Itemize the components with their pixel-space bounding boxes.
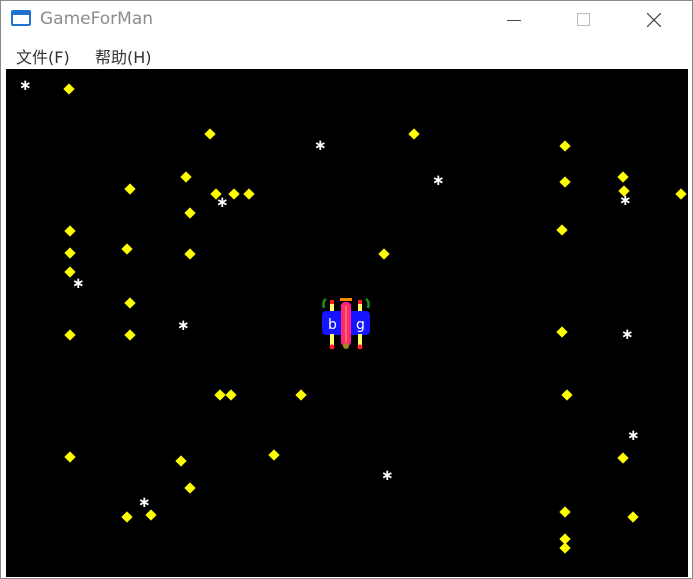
collectible-item [64,451,76,463]
collectible-item [559,542,571,554]
star-sprite: ∗ [432,171,445,189]
title-bar[interactable]: GameForMan [1,1,692,39]
window-title: GameForMan [40,9,154,29]
menu-file[interactable]: 文件(F) [16,44,70,68]
collectible-item [617,171,629,183]
collectible-item [561,389,573,401]
collectible-item [64,247,76,259]
collectible-item [559,140,571,152]
collectible-item [121,243,133,255]
collectible-item [617,452,629,464]
star-sprite: ∗ [72,274,85,292]
collectible-item [295,389,307,401]
collectible-item [180,171,192,183]
star-sprite: ∗ [216,193,229,211]
collectible-item [204,128,216,140]
collectible-item [243,188,255,200]
collectible-item [559,176,571,188]
collectible-item [64,329,76,341]
star-sprite: ∗ [138,493,151,511]
collectible-item [225,389,237,401]
star-sprite: ∗ [619,191,632,209]
close-icon [647,13,661,27]
player-vehicle: b g [322,298,370,350]
collectible-item [124,183,136,195]
svg-text:b: b [328,317,337,333]
collectible-item [124,329,136,341]
star-sprite: ∗ [19,76,32,94]
menu-help[interactable]: 帮助(H) [95,44,152,68]
star-sprite: ∗ [177,316,190,334]
collectible-item [214,389,226,401]
collectible-item [556,224,568,236]
collectible-item [184,248,196,260]
collectible-item [64,225,76,237]
collectible-item [63,83,75,95]
collectible-item [627,511,639,523]
window-icon [11,10,31,26]
game-canvas[interactable]: b g ∗ ∗ ∗ ∗ ∗ ∗ ∗ ∗ ∗ ∗ ∗ [6,69,688,577]
close-button[interactable] [631,1,677,39]
collectible-item [378,248,390,260]
svg-text:g: g [356,317,365,333]
app-window: GameForMan 文件(F) 帮助(H) b g ∗ ∗ ∗ ∗ ∗ ∗ ∗… [0,0,693,579]
menu-bar: 文件(F) 帮助(H) [1,39,692,69]
star-sprite: ∗ [621,325,634,343]
collectible-item [556,326,568,338]
collectible-item [145,509,157,521]
collectible-item [121,511,133,523]
collectible-item [184,482,196,494]
collectible-item [124,297,136,309]
collectible-item [175,455,187,467]
minimize-button[interactable] [491,1,537,39]
maximize-button[interactable] [561,1,607,39]
star-sprite: ∗ [381,466,394,484]
collectible-item [268,449,280,461]
collectible-item [184,207,196,219]
collectible-item [559,506,571,518]
collectible-item [675,188,687,200]
collectible-item [228,188,240,200]
star-sprite: ∗ [314,136,327,154]
collectible-item [408,128,420,140]
star-sprite: ∗ [627,426,640,444]
